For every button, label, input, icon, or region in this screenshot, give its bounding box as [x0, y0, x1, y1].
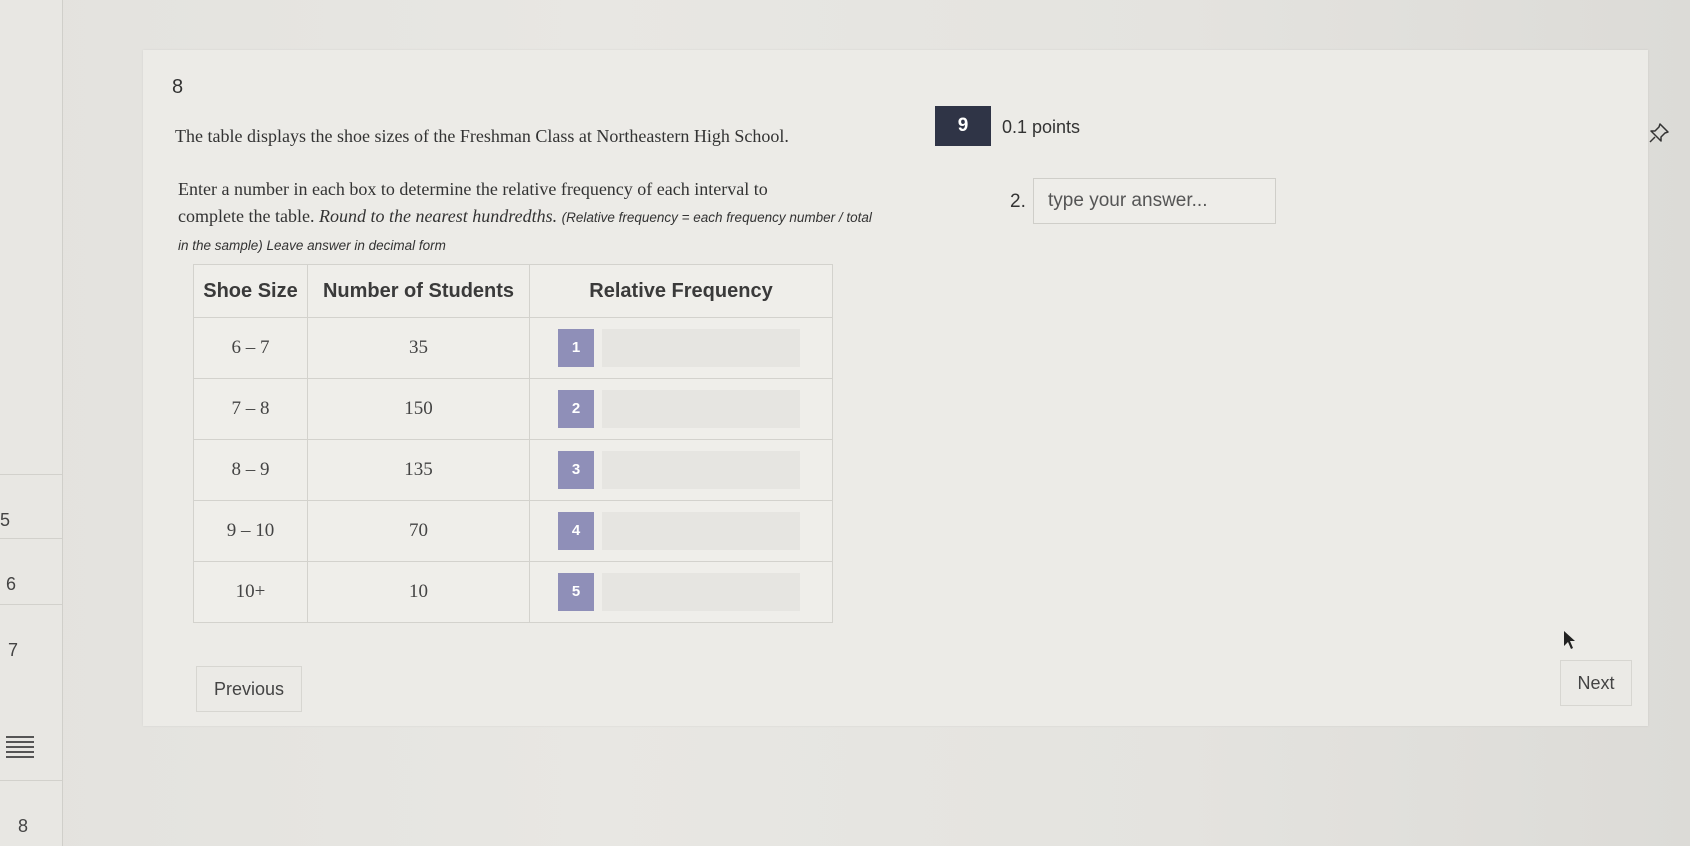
question-rail: 5 6 7 8 — [0, 0, 63, 846]
shoe-size-cell: 6 – 7 — [193, 317, 308, 379]
relative-frequency-cell: 1 — [529, 317, 833, 379]
students-cell: 135 — [307, 439, 530, 501]
rail-item-label: 6 — [6, 574, 17, 594]
students-cell: 35 — [307, 317, 530, 379]
header-shoe-size: Shoe Size — [193, 264, 308, 318]
shoe-size-cell: 8 – 9 — [193, 439, 308, 501]
question-instructions: Enter a number in each box to determine … — [178, 176, 878, 259]
question-number: 8 — [172, 76, 184, 98]
answer-blank-2[interactable]: 2 — [558, 390, 800, 428]
previous-button[interactable]: Previous — [196, 666, 302, 712]
rail-item-label: 7 — [8, 640, 19, 660]
blank-number: 2 — [558, 390, 594, 428]
rail-item-label: 5 — [0, 510, 11, 530]
relative-frequency-cell: 5 — [529, 561, 833, 623]
answer-blank-4[interactable]: 4 — [558, 512, 800, 550]
list-icon[interactable] — [6, 736, 34, 758]
blank-input[interactable] — [602, 390, 800, 428]
shoe-size-cell: 10+ — [193, 561, 308, 623]
instructions-round: Round to the nearest hundredths. — [318, 206, 558, 226]
table-row: 7 – 8 150 2 — [193, 378, 833, 440]
relative-frequency-cell: 4 — [529, 500, 833, 562]
rail-item-5[interactable]: 5 — [0, 474, 62, 539]
students-cell: 70 — [307, 500, 530, 562]
blank-number: 4 — [558, 512, 594, 550]
blank-number: 3 — [558, 451, 594, 489]
question-stem: The table displays the shoe sizes of the… — [175, 126, 789, 146]
table-row: 10+ 10 5 — [193, 561, 833, 623]
rail-item-label: 8 — [18, 816, 29, 836]
question-9-badge: 9 — [935, 106, 991, 146]
mouse-cursor-icon — [1564, 631, 1575, 649]
blank-number: 1 — [558, 329, 594, 367]
quiz-screen: 5 6 7 8 8 The table displays the shoe si… — [0, 0, 1690, 846]
table-row: 8 – 9 135 3 — [193, 439, 833, 501]
answer-blank-5[interactable]: 5 — [558, 573, 800, 611]
students-cell: 10 — [307, 561, 530, 623]
table-header-row: Shoe Size Number of Students Relative Fr… — [193, 264, 833, 318]
shoe-size-cell: 9 – 10 — [193, 500, 308, 562]
header-number-of-students: Number of Students — [307, 264, 530, 318]
question-points: 0.1 points — [1002, 117, 1081, 137]
relative-frequency-cell: 2 — [529, 378, 833, 440]
blank-number: 5 — [558, 573, 594, 611]
blank-input[interactable] — [602, 451, 800, 489]
blank-input[interactable] — [602, 329, 800, 367]
instructions-text: complete the table. — [178, 206, 319, 226]
students-cell: 150 — [307, 378, 530, 440]
next-button[interactable]: Next — [1560, 660, 1632, 706]
rail-item-6[interactable]: 6 — [0, 538, 62, 603]
answer-index: 2. — [1010, 191, 1026, 212]
answer-input[interactable] — [1033, 178, 1276, 224]
rail-item-7[interactable]: 7 — [0, 604, 62, 669]
blank-input[interactable] — [602, 512, 800, 550]
answer-blank-1[interactable]: 1 — [558, 329, 800, 367]
relative-frequency-cell: 3 — [529, 439, 833, 501]
instructions-line-1: Enter a number in each box to determine … — [178, 179, 768, 199]
frequency-table: Shoe Size Number of Students Relative Fr… — [193, 264, 833, 623]
table-row: 6 – 7 35 1 — [193, 317, 833, 379]
pin-icon[interactable] — [1648, 122, 1670, 144]
answer-blank-3[interactable]: 3 — [558, 451, 800, 489]
rail-item-8[interactable]: 8 — [0, 780, 62, 845]
shoe-size-cell: 7 – 8 — [193, 378, 308, 440]
table-row: 9 – 10 70 4 — [193, 500, 833, 562]
blank-input[interactable] — [602, 573, 800, 611]
header-relative-frequency: Relative Frequency — [529, 264, 833, 318]
instructions-line-2: complete the table. Round to the nearest… — [178, 203, 878, 259]
